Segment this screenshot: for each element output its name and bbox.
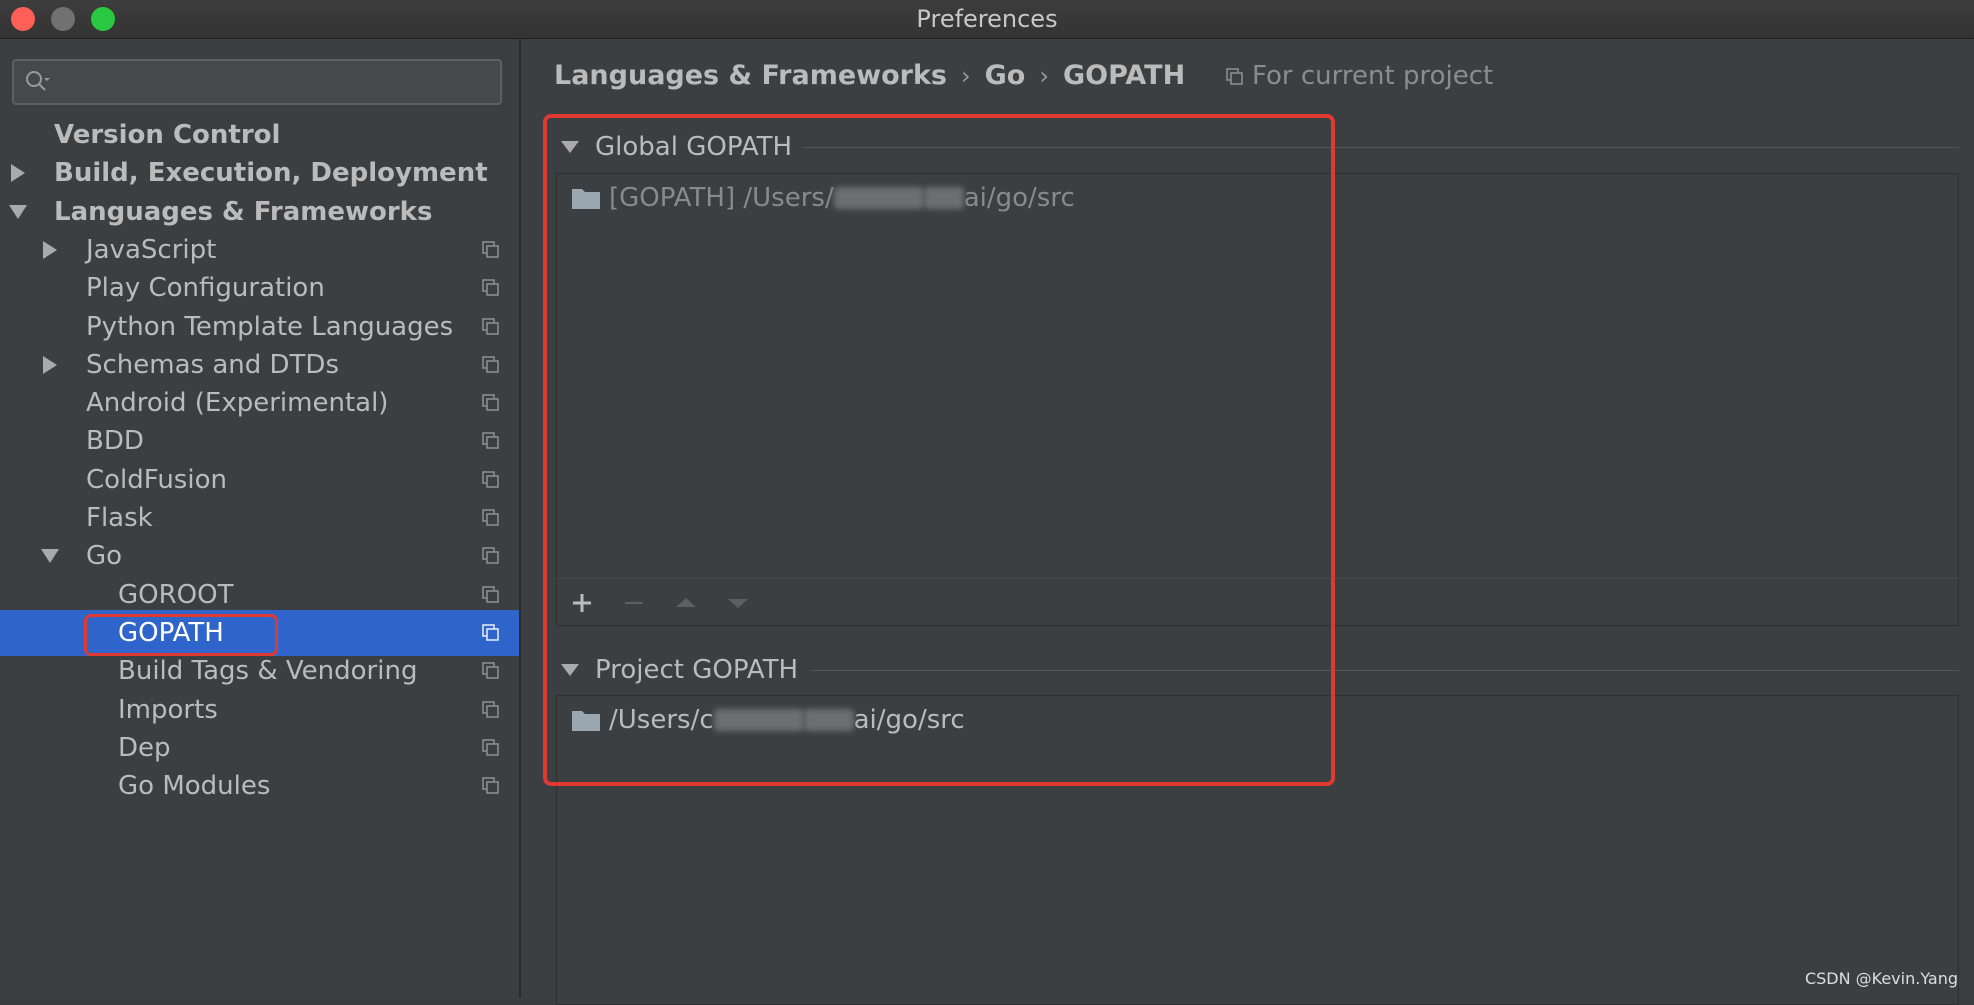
redacted-text xyxy=(833,187,924,209)
collapse-project-section-icon[interactable] xyxy=(561,664,579,676)
folder-icon xyxy=(572,711,600,731)
triangle-icon xyxy=(11,164,25,183)
project-scope-icon xyxy=(482,279,499,296)
arrow-down-icon xyxy=(728,599,748,608)
window-title-bar: Preferences xyxy=(0,0,1974,39)
project-scope-icon xyxy=(482,585,499,603)
global-gopath-list[interactable]: [GOPATH] /Users/ai/go/src xyxy=(556,173,1959,579)
triangle-icon xyxy=(9,204,27,219)
triangle-icon xyxy=(41,549,59,564)
project-scope-icon xyxy=(482,662,499,679)
project-path-prefix: /Users/c xyxy=(609,705,714,735)
project-path-suffix: ai/go/src xyxy=(853,705,965,735)
settings-content: Languages & Frameworks › Go › GOPATH For cur… xyxy=(521,39,1974,1005)
sidebar-item-label: Go Modules xyxy=(118,771,271,802)
redacted-text xyxy=(713,709,804,731)
redacted-text xyxy=(923,187,964,209)
sidebar-item[interactable]: Go Modules xyxy=(0,763,519,809)
breadcrumb-item: GOPATH xyxy=(1062,60,1186,91)
scope-indicator: For current project xyxy=(1226,55,1493,97)
move-up-button[interactable] xyxy=(674,591,698,615)
triangle-icon xyxy=(43,355,57,374)
project-scope-icon xyxy=(1226,68,1243,85)
breadcrumb: Languages & Frameworks › Go › GOPATH xyxy=(554,55,1185,97)
scope-label: For current project xyxy=(1252,61,1494,91)
list-item[interactable]: [GOPATH] /Users/ai/go/src xyxy=(571,178,1075,218)
watermark: CSDN @Kevin.Yang xyxy=(1804,969,1958,988)
minus-icon xyxy=(625,602,643,604)
breadcrumb-separator: › xyxy=(1039,62,1049,90)
project-scope-icon xyxy=(482,355,499,373)
breadcrumb-item[interactable]: Languages & Frameworks xyxy=(554,55,947,97)
folder-icon xyxy=(572,189,600,209)
global-gopath-title: Global GOPATH xyxy=(595,132,793,162)
gopath-list-toolbar xyxy=(556,578,1959,626)
window-title: Preferences xyxy=(916,5,1058,33)
project-scope-icon xyxy=(482,738,499,756)
maximize-window-button[interactable] xyxy=(91,7,115,31)
project-scope-icon xyxy=(482,470,499,488)
project-gopath-list[interactable]: /Users/c ai/go/src xyxy=(556,695,1959,1005)
redacted-text xyxy=(803,709,854,731)
global-path-prefix: [GOPATH] /Users/ xyxy=(609,183,834,213)
project-scope-icon xyxy=(482,394,499,411)
collapse-global-section-icon[interactable] xyxy=(561,141,579,153)
section-divider xyxy=(803,147,1959,148)
list-item[interactable]: /Users/c ai/go/src xyxy=(571,700,965,740)
close-window-button[interactable] xyxy=(11,7,35,31)
project-scope-icon xyxy=(482,317,499,335)
project-scope-icon xyxy=(482,509,499,526)
project-scope-icon xyxy=(482,700,499,718)
project-scope-icon xyxy=(482,624,499,641)
arrow-up-icon xyxy=(676,598,696,607)
project-scope-icon xyxy=(482,547,499,565)
search-input[interactable] xyxy=(12,59,502,105)
project-scope-icon xyxy=(482,777,499,794)
section-divider xyxy=(811,670,1959,671)
remove-path-button[interactable] xyxy=(622,591,646,615)
breadcrumb-separator: › xyxy=(961,62,971,90)
project-gopath-title: Project GOPATH xyxy=(595,655,799,685)
plus-icon xyxy=(573,594,591,612)
settings-sidebar: Version Control Build, Execution, Deploym… xyxy=(0,39,521,998)
project-scope-icon xyxy=(482,241,499,258)
project-scope-icon xyxy=(482,432,499,450)
add-path-button[interactable] xyxy=(570,591,594,615)
global-path-suffix: ai/go/src xyxy=(963,183,1075,213)
minimize-window-button[interactable] xyxy=(51,7,75,31)
triangle-icon xyxy=(43,240,57,259)
breadcrumb-item[interactable]: Go xyxy=(985,55,1026,97)
move-down-button[interactable] xyxy=(726,591,750,615)
search-icon xyxy=(26,71,50,91)
